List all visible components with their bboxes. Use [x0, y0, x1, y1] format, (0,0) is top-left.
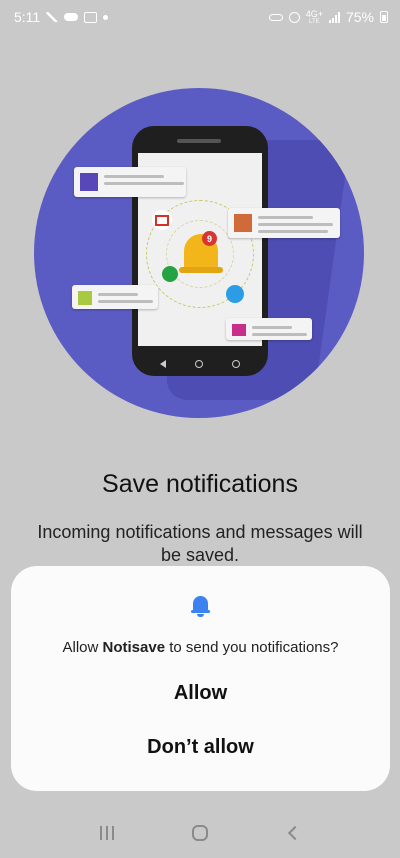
mute-icon — [288, 11, 300, 23]
status-right: 4G+ LTE 75% — [268, 8, 388, 25]
dont-allow-button[interactable]: Don’t allow — [31, 725, 370, 769]
bell-badge: 9 — [202, 231, 217, 246]
gallery-icon — [84, 11, 98, 23]
network-type: 4G+ LTE — [305, 8, 323, 25]
back-button[interactable] — [278, 818, 308, 848]
gmail-icon — [152, 210, 172, 230]
card-app-icon — [78, 291, 92, 305]
phone-home-icon — [194, 360, 203, 368]
signal-icon — [328, 11, 340, 23]
battery-icon — [380, 11, 388, 23]
notification-card — [226, 318, 312, 340]
key-icon — [268, 13, 283, 21]
phone-back-icon — [160, 360, 167, 368]
whatsapp-icon — [162, 266, 178, 282]
notification-card — [74, 167, 186, 197]
battery-percent: 75% — [345, 9, 374, 25]
status-bar: 5:11 4G+ LTE 75% — [0, 0, 400, 34]
page-title: Save notifications — [102, 470, 298, 498]
missed-call-icon — [46, 12, 59, 22]
home-button[interactable] — [185, 818, 215, 848]
status-time: 5:11 — [14, 9, 41, 25]
phone-nav — [132, 360, 268, 368]
phone-speaker — [177, 139, 221, 143]
card-app-icon — [234, 214, 252, 232]
hero-illustration: 9 — [34, 88, 364, 418]
more-notifications-dot — [103, 14, 109, 20]
status-left: 5:11 — [14, 9, 109, 25]
permission-dialog: Allow Notisave to send you notifications… — [11, 566, 390, 791]
allow-button[interactable]: Allow — [31, 671, 370, 715]
recent-apps-button[interactable] — [92, 818, 122, 848]
recent-apps-icon — [99, 826, 114, 840]
home-icon — [191, 825, 208, 841]
cloud-icon — [64, 13, 79, 21]
phone-recent-icon — [231, 360, 240, 368]
dialog-message: Allow Notisave to send you notifications… — [62, 639, 339, 656]
bell-icon — [191, 596, 210, 617]
system-nav-bar — [0, 808, 400, 858]
notification-card — [72, 285, 158, 309]
page-subtitle: Incoming notifications and messages will… — [37, 522, 363, 565]
card-app-icon — [232, 324, 246, 336]
back-icon — [288, 825, 303, 841]
notification-card — [228, 208, 340, 238]
twitter-icon — [226, 285, 244, 303]
dialog-app-name: Notisave — [102, 639, 166, 656]
card-app-icon — [80, 173, 98, 191]
